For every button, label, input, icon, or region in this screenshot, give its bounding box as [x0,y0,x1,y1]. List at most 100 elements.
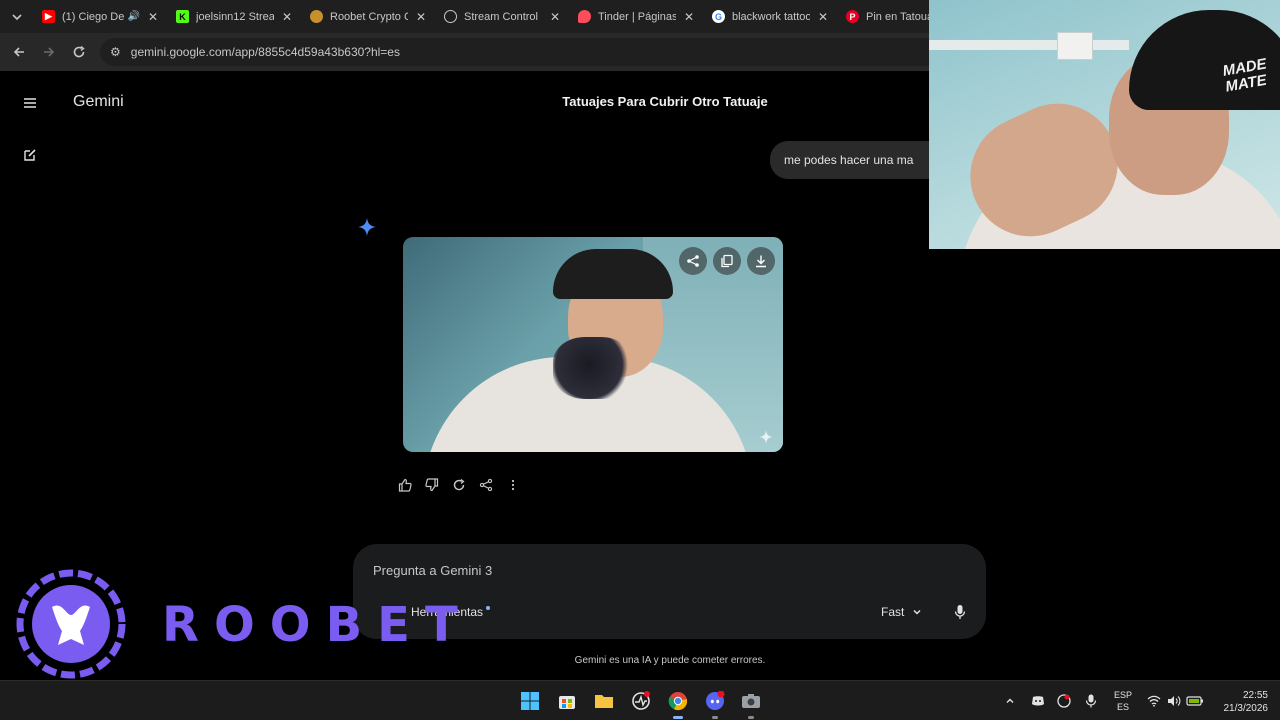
browser-tab[interactable]: Stream Control ✕ [436,0,570,33]
close-icon[interactable]: ✕ [548,10,562,24]
url-bar[interactable]: ⚙ gemini.google.com/app/8855c4d59a43b630… [100,38,1000,66]
windows-icon [521,692,539,710]
site-info-icon[interactable]: ⚙ [110,45,121,59]
watermark-sparkle-icon [759,430,773,444]
user-message-text: me podes hacer una ma [784,153,914,167]
chevron-down-icon [913,609,921,615]
tray-microphone[interactable] [1079,689,1103,713]
browser-tab[interactable]: ▶ (1) Ciego De 🔊 ✕ [34,0,168,33]
more-vertical-icon [511,479,514,490]
tab-label: blackwork tattoo [732,10,810,23]
arrow-left-icon [13,47,24,57]
forward-button[interactable] [34,37,64,67]
youtube-icon: ▶ [42,10,55,23]
tab-label: (1) Ciego De [62,10,124,23]
browser-tab[interactable]: G blackwork tattoo ✕ [704,0,838,33]
generated-image[interactable] [403,237,783,452]
roobet-logo-icon [16,569,126,679]
regenerate-button[interactable] [448,474,469,495]
taskbar-explorer[interactable] [592,689,616,713]
share-icon [479,478,492,491]
screen: ▶ (1) Ciego De 🔊 ✕ K joelsinn12 Stream ✕… [0,0,1280,720]
clock-time: 22:55 [1242,690,1268,701]
microphone-icon [1085,694,1097,708]
image-download-button[interactable] [747,247,775,275]
discord-icon [706,691,725,710]
store-icon [559,696,575,709]
response-actions [394,474,523,495]
copy-icon [721,254,733,268]
taskbar-chrome[interactable] [666,689,690,719]
close-icon[interactable]: ✕ [146,10,160,24]
google-icon: G [712,10,725,23]
streamer-webcam: MADE MATE [929,0,1280,249]
speaker-icon[interactable]: 🔊 [128,11,140,22]
disclaimer-text: Gemini es una IA y puede cometer errores… [574,655,766,666]
close-icon[interactable]: ✕ [280,10,294,24]
edit-icon [24,149,36,161]
new-chat-button[interactable] [18,143,42,167]
tray-overflow-button[interactable] [998,689,1022,713]
microphone-icon [954,605,966,619]
taskbar-discord[interactable] [703,689,727,719]
tray-battery[interactable] [1183,689,1207,713]
globe-icon [444,10,457,23]
page-title: Tatuajes Para Cubrir Otro Tatuaje [562,94,768,109]
model-selector[interactable]: Fast [881,605,922,619]
back-button[interactable] [4,37,34,67]
pinterest-icon: P [846,10,859,23]
taskbar-store[interactable] [555,689,579,713]
tab-search-button[interactable] [0,0,34,33]
reload-button[interactable] [64,37,94,67]
share-icon [687,255,699,267]
sponsor-wordmark: ROOBET [162,597,473,653]
input-language[interactable]: ESP ES [1110,689,1136,713]
system-clock[interactable]: 22:55 21/3/2026 [1212,689,1269,715]
active-indicator [673,716,683,719]
windows-taskbar: ESP ES 22:55 21/3/2026 [0,680,1280,720]
thumbs-up-icon [398,478,412,492]
lang-bottom: ES [1116,702,1129,712]
hamburger-icon [24,98,36,108]
menu-button[interactable] [18,91,42,115]
start-button[interactable] [518,689,542,713]
tab-label: Roobet Crypto C [330,10,408,23]
image-toolbar [679,247,775,275]
tray-discord[interactable] [1026,689,1050,713]
webcam-wall-pipe [929,40,1129,50]
discord-tray-icon [1032,696,1044,706]
browser-tab[interactable]: K joelsinn12 Stream ✕ [168,0,302,33]
browser-tab[interactable]: Roobet Crypto C ✕ [302,0,436,33]
tinder-icon [578,10,591,23]
chevron-down-icon [12,13,22,20]
close-icon[interactable]: ✕ [414,10,428,24]
clock-date: 21/3/2026 [1223,703,1269,714]
download-icon [756,255,766,268]
reload-icon [73,45,85,58]
share-response-button[interactable] [475,474,496,495]
close-icon[interactable]: ✕ [816,10,830,24]
browser-tab[interactable]: Tinder | Páginas ✕ [570,0,704,33]
thumbs-down-button[interactable] [421,474,442,495]
tab-label: Tinder | Páginas [598,10,676,23]
taskbar-camera[interactable] [739,689,763,719]
chevron-up-icon [1006,698,1014,703]
gemini-sparkle-icon [358,218,376,236]
image-share-button[interactable] [679,247,707,275]
microphone-button[interactable] [951,603,969,621]
running-indicator [748,716,754,719]
wifi-icon [1147,695,1161,707]
thumbs-up-button[interactable] [394,474,415,495]
taskbar-app-activity[interactable] [629,689,653,713]
speaker-icon [1168,696,1181,706]
image-person-cap [553,249,673,299]
gemini-brand[interactable]: Gemini [73,93,124,111]
close-icon[interactable]: ✕ [682,10,696,24]
more-options-button[interactable] [502,474,523,495]
image-copy-button[interactable] [713,247,741,275]
webcam-wall-switch [1057,32,1093,60]
prompt-input[interactable] [373,563,873,578]
tab-label: joelsinn12 Stream [196,10,274,23]
battery-icon [1186,696,1203,706]
tray-app[interactable] [1052,689,1076,713]
